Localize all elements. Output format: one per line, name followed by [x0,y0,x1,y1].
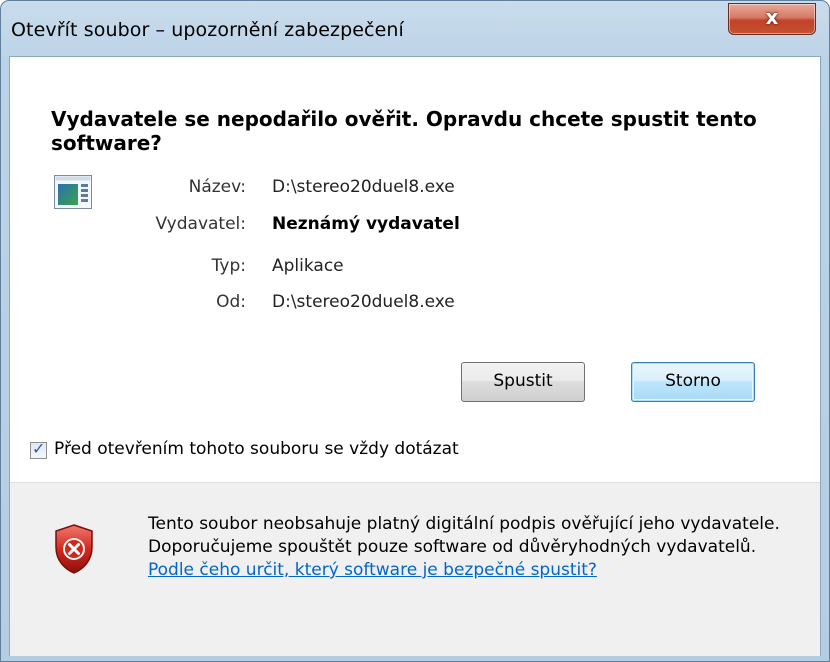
from-label: Od: [216,292,246,312]
window-title: Otevřít soubor – upozornění zabezpečení [11,19,404,41]
from-value: D:\stereo20duel8.exe [272,292,455,312]
always-ask-label[interactable]: Před otevřením tohoto souboru se vždy do… [54,439,459,459]
dialog-main-panel: Vydavatele se nepodařilo ověřit. Opravdu… [10,57,820,481]
warning-text: Tento soubor neobsahuje platný digitální… [148,514,780,557]
shield-error-icon [55,524,93,574]
dialog-content: Vydavatele se nepodařilo ověřit. Opravdu… [9,56,821,656]
warning-panel: Tento soubor neobsahuje platný digitální… [10,482,820,656]
close-icon: x [765,5,779,29]
type-label: Typ: [211,256,246,276]
warning-message: Tento soubor neobsahuje platný digitální… [148,513,788,582]
dialog-heading: Vydavatele se nepodařilo ověřit. Opravdu… [51,107,757,155]
publisher-value: Neznámý vydavatel [272,214,460,234]
always-ask-checkbox[interactable]: ✓ [30,439,47,459]
publisher-label: Vydavatel: [155,214,247,234]
title-bar[interactable]: Otevřít soubor – upozornění zabezpečení … [1,1,829,51]
dialog-window: Otevřít soubor – upozornění zabezpečení … [0,0,830,662]
safety-help-link[interactable]: Podle čeho určit, který software je bezp… [148,560,597,580]
type-value: Aplikace [272,256,344,276]
name-label: Název: [188,177,246,197]
name-value: D:\stereo20duel8.exe [272,177,455,197]
run-button[interactable]: Spustit [461,362,585,402]
checkmark-icon: ✓ [32,439,46,458]
cancel-button[interactable]: Storno [631,362,755,402]
close-button[interactable]: x [728,3,816,35]
